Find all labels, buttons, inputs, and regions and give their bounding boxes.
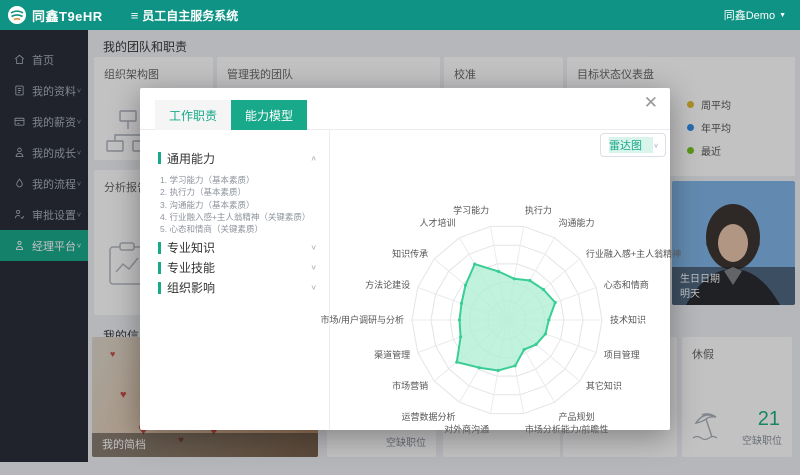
competency-section: 组织影响∨ [158, 280, 317, 296]
radar-axis-label: 技术知识 [610, 314, 646, 325]
radar-data-point [528, 279, 531, 282]
section-title: 专业知识 [167, 239, 310, 256]
radar-data-point [460, 302, 463, 305]
app-header: 同鑫T9eHR ≡ 员工自主服务系统 同鑫Demo ▼ [0, 0, 800, 30]
chevron-down-icon: ∨ [310, 243, 317, 252]
competency-item-list: 1. 学习能力（基本素质）2. 执行力（基本素质）3. 沟通能力（基本素质）4.… [160, 174, 317, 236]
radar-axis-label: 执行力 [525, 205, 552, 216]
user-menu-label: 同鑫Demo [724, 7, 775, 23]
caret-down-icon: ▼ [779, 12, 786, 19]
close-icon[interactable]: ✕ [644, 94, 658, 111]
radar-axis-label: 学习能力 [453, 205, 489, 216]
section-accent-bar [158, 152, 161, 164]
competency-item: 2. 执行力（基本素质） [160, 186, 317, 198]
radar-axis-label: 其它知识 [586, 380, 622, 391]
app-title: 员工自主服务系统 [142, 7, 238, 24]
radar-data-point [535, 343, 538, 346]
radar-data-point [464, 284, 467, 287]
competency-item: 4. 行业融入感+主人翁精神（关键素质） [160, 211, 317, 223]
competency-section-header[interactable]: 通用能力∧ [158, 150, 317, 166]
section-title: 专业技能 [167, 259, 310, 276]
radar-data-point [542, 288, 545, 291]
radar-data-point [497, 369, 500, 372]
competency-item: 5. 心态和情商（关键素质） [160, 223, 317, 235]
radar-data-point [478, 366, 481, 369]
competency-section-header[interactable]: 专业知识∨ [158, 240, 317, 256]
radar-data-point [497, 270, 500, 273]
radar-data-point [514, 364, 517, 367]
competency-section: 通用能力∧ 1. 学习能力（基本素质）2. 执行力（基本素质）3. 沟通能力（基本… [158, 150, 317, 236]
competency-modal: ✕ 工作职责 能力模型 通用能力∧ 1. 学习能力（基本素质）2. 执行力（基本素… [140, 88, 670, 430]
radar-data-point [458, 318, 461, 321]
section-title: 组织影响 [167, 279, 310, 296]
competency-section-header[interactable]: 专业技能∨ [158, 260, 317, 276]
radar-axis-label: 市场分析能力/前瞻性 [525, 423, 609, 434]
competency-item: 3. 沟通能力（基本素质） [160, 199, 317, 211]
radar-data-point [459, 335, 462, 338]
section-accent-bar [158, 262, 161, 274]
radar-axis-label: 市场/用户调研与分析 [320, 314, 404, 325]
competency-item: 1. 学习能力（基本素质） [160, 174, 317, 186]
menu-icon[interactable]: ≡ [131, 8, 139, 23]
competency-section: 专业知识∨ [158, 240, 317, 256]
radar-chart: 学习能力执行力沟通能力行业融入感+主人翁精神心态和情商技术知识项目管理其它知识产… [330, 130, 670, 430]
user-menu[interactable]: 同鑫Demo ▼ [724, 7, 786, 23]
radar-axis-label: 渠道管理 [374, 349, 410, 360]
chevron-down-icon: ∨ [310, 283, 317, 292]
chart-panel: 雷达图 ∨ 学习能力执行力沟通能力行业融入感+主人翁精神心态和情商技术知识项目管… [330, 130, 670, 430]
section-accent-bar [158, 282, 161, 294]
modal-tabs: 工作职责 能力模型 [140, 88, 670, 130]
radar-axis-label: 行业融入感+主人翁精神 [586, 248, 681, 259]
radar-data-point [523, 348, 526, 351]
radar-axis-label: 人才培训 [419, 217, 455, 228]
radar-data-point [547, 318, 550, 321]
radar-data-point [473, 263, 476, 266]
radar-data-point [544, 332, 547, 335]
radar-axis-label: 市场营销 [392, 380, 428, 391]
tab-competency-model[interactable]: 能力模型 [231, 100, 307, 130]
logo-text: 同鑫T9eHR [32, 6, 103, 25]
radar-axis-label: 项目管理 [604, 349, 640, 360]
competency-sections: 通用能力∧ 1. 学习能力（基本素质）2. 执行力（基本素质）3. 沟通能力（基本… [140, 130, 330, 430]
radar-data-polygon [457, 264, 555, 370]
radar-axis-label: 对外商沟通 [444, 423, 489, 434]
section-title: 通用能力 [167, 150, 310, 167]
chevron-down-icon: ∨ [310, 263, 317, 272]
radar-axis-label: 知识传承 [392, 248, 428, 259]
radar-axis-label: 方法论建设 [365, 279, 410, 290]
competency-section: 专业技能∨ [158, 260, 317, 276]
section-accent-bar [158, 242, 161, 254]
chevron-up-icon: ∧ [310, 154, 317, 163]
radar-axis-label: 心态和情商 [604, 279, 649, 290]
radar-data-point [554, 301, 557, 304]
competency-section-header[interactable]: 组织影响∨ [158, 280, 317, 296]
radar-data-point [513, 277, 516, 280]
radar-axis-label: 运营数据分析 [401, 411, 455, 422]
radar-axis-label: 产品规划 [559, 411, 595, 422]
radar-data-point [455, 361, 458, 364]
radar-axis-label: 沟通能力 [559, 217, 595, 228]
logo-icon [8, 6, 26, 24]
tab-job-duties[interactable]: 工作职责 [155, 100, 231, 130]
